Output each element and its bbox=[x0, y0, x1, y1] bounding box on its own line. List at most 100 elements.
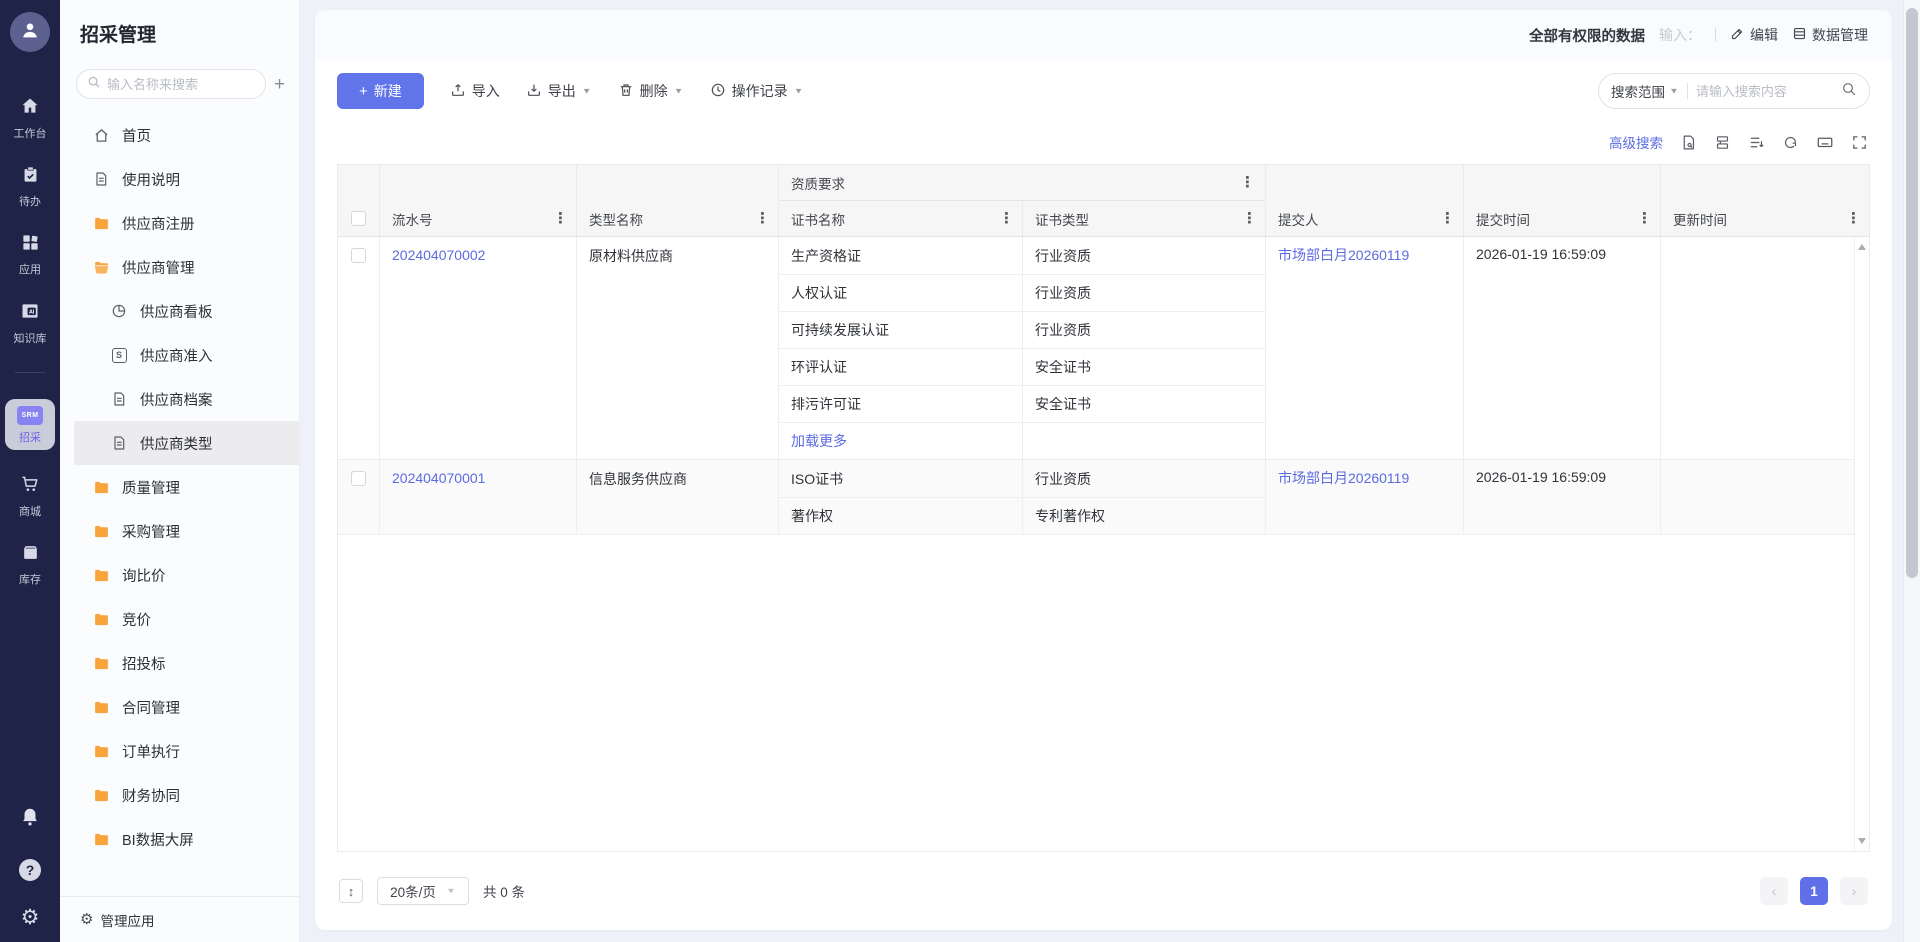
kebab-menu-icon[interactable]: ⋮ bbox=[1242, 211, 1257, 226]
page-title: 招采管理 bbox=[60, 0, 299, 47]
sidebar-item-purchase[interactable]: 采购管理 bbox=[60, 509, 299, 553]
column-header-update-time[interactable]: 更新时间 ⋮ bbox=[1661, 165, 1869, 236]
total-count-label: 共 0 条 bbox=[483, 881, 525, 901]
sidebar-item-supplier-dashboard[interactable]: 供应商看板 bbox=[74, 289, 299, 333]
submitter-cell: 市场部白月20260119 bbox=[1266, 237, 1464, 459]
search-scope-dropdown[interactable]: 搜索范围 ▼ bbox=[1611, 81, 1679, 101]
kebab-menu-icon[interactable]: ⋮ bbox=[755, 211, 770, 226]
group-header-qualification[interactable]: 资质要求 ⋮ bbox=[779, 165, 1265, 201]
import-button[interactable]: 导入 bbox=[450, 81, 500, 101]
column-header-submit-time[interactable]: 提交时间 ⋮ bbox=[1464, 165, 1661, 236]
sidebar-item-quality[interactable]: 质量管理 bbox=[60, 465, 299, 509]
next-page-button[interactable]: › bbox=[1840, 877, 1868, 905]
window-scrollbar[interactable] bbox=[1903, 0, 1920, 942]
rail-item-procurement[interactable]: SRM 招采 bbox=[5, 399, 55, 450]
sidebar-item-supplier-archive[interactable]: 供应商档案 bbox=[74, 377, 299, 421]
search-icon[interactable] bbox=[1841, 81, 1857, 102]
sidebar-item-label: BI数据大屏 bbox=[122, 829, 194, 850]
sidebar-item-tendering[interactable]: 招投标 bbox=[60, 641, 299, 685]
sidebar-item-bidding-price[interactable]: 竞价 bbox=[60, 597, 299, 641]
delete-button[interactable]: 删除 ▼ bbox=[618, 81, 684, 101]
advanced-search-link[interactable]: 高级搜索 bbox=[1609, 132, 1663, 152]
kebab-menu-icon[interactable]: ⋮ bbox=[1440, 211, 1455, 226]
sidebar-item-supplier-register[interactable]: 供应商注册 bbox=[60, 201, 299, 245]
column-header-submitter[interactable]: 提交人 ⋮ bbox=[1266, 165, 1464, 236]
new-button[interactable]: + 新建 bbox=[337, 73, 424, 109]
sidebar-item-supplier-manage[interactable]: 供应商管理 bbox=[60, 245, 299, 289]
row-height-icon[interactable] bbox=[1714, 134, 1731, 151]
document-icon bbox=[110, 434, 128, 452]
rail-item-apps[interactable]: 应用 bbox=[19, 233, 41, 277]
row-checkbox[interactable] bbox=[351, 248, 366, 263]
sidebar-item-home[interactable]: 首页 bbox=[60, 113, 299, 157]
file-preview-icon[interactable] bbox=[1680, 134, 1697, 151]
sidebar-item-finance[interactable]: 财务协同 bbox=[60, 773, 299, 817]
load-more-link[interactable]: 加载更多 bbox=[791, 431, 847, 451]
kebab-menu-icon[interactable]: ⋮ bbox=[1240, 175, 1255, 190]
sidebar-item-order[interactable]: 订单执行 bbox=[60, 729, 299, 773]
sidebar-search-box[interactable] bbox=[76, 69, 266, 99]
export-button[interactable]: 导出 ▼ bbox=[526, 81, 592, 101]
search-icon bbox=[87, 75, 101, 94]
scroll-up-icon[interactable] bbox=[1858, 244, 1866, 250]
line-height-icon[interactable]: ↕ bbox=[339, 879, 363, 903]
rail-item-todo[interactable]: 待办 bbox=[19, 165, 41, 209]
folder-icon bbox=[92, 566, 110, 584]
rail-item-inventory[interactable]: 库存 bbox=[19, 543, 41, 587]
table-scrollbar[interactable] bbox=[1854, 237, 1869, 851]
update-time-cell bbox=[1661, 460, 1869, 534]
type-name-cell: 原材料供应商 bbox=[577, 237, 779, 459]
sidebar-item-contract[interactable]: 合同管理 bbox=[60, 685, 299, 729]
scroll-down-icon[interactable] bbox=[1858, 838, 1866, 844]
select-all-checkbox[interactable] bbox=[351, 211, 366, 226]
edit-button[interactable]: 编辑 bbox=[1730, 25, 1778, 45]
pie-chart-icon bbox=[110, 302, 128, 320]
row-checkbox[interactable] bbox=[351, 471, 366, 486]
sidebar-search-input[interactable] bbox=[107, 77, 247, 92]
add-menu-button[interactable]: + bbox=[274, 75, 285, 94]
sidebar-item-label: 询比价 bbox=[122, 565, 166, 586]
cert-row: 可持续发展认证 行业资质 bbox=[779, 311, 1265, 348]
sidebar-item-bi-screen[interactable]: BI数据大屏 bbox=[60, 817, 299, 861]
operation-log-button[interactable]: 操作记录 ▼ bbox=[710, 81, 804, 101]
column-header-type-name[interactable]: 类型名称 ⋮ bbox=[577, 165, 779, 236]
column-header-cert-name[interactable]: 证书名称 ⋮ bbox=[779, 201, 1023, 236]
manage-apps-button[interactable]: ⚙ 管理应用 bbox=[60, 896, 299, 942]
data-manage-button[interactable]: 数据管理 bbox=[1792, 25, 1868, 45]
submitter-link[interactable]: 市场部白月20260119 bbox=[1278, 470, 1409, 486]
sidebar-item-supplier-access[interactable]: S 供应商准入 bbox=[74, 333, 299, 377]
kebab-menu-icon[interactable]: ⋮ bbox=[1637, 211, 1652, 226]
fullscreen-icon[interactable] bbox=[1851, 134, 1868, 151]
serial-link[interactable]: 202404070002 bbox=[392, 247, 485, 263]
keyboard-icon[interactable] bbox=[1816, 133, 1834, 151]
sidebar-item-label: 供应商准入 bbox=[140, 345, 213, 366]
cert-type: 安全证书 bbox=[1023, 386, 1265, 422]
submitter-link[interactable]: 市场部白月20260119 bbox=[1278, 247, 1409, 263]
scrollbar-thumb[interactable] bbox=[1906, 8, 1918, 578]
column-header-serial[interactable]: 流水号 ⋮ bbox=[380, 165, 577, 236]
notification-bell-icon[interactable] bbox=[19, 806, 41, 833]
sidebar-item-supplier-type[interactable]: 供应商类型 bbox=[74, 421, 299, 465]
row-checkbox-cell bbox=[338, 460, 380, 534]
rail-item-workbench[interactable]: 工作台 bbox=[14, 96, 47, 141]
rail-item-mall[interactable]: 商城 bbox=[19, 474, 41, 519]
refresh-icon[interactable] bbox=[1782, 134, 1799, 151]
settings-gear-icon[interactable]: ⚙ bbox=[21, 907, 40, 928]
avatar[interactable] bbox=[10, 12, 50, 52]
prev-page-button[interactable]: ‹ bbox=[1760, 877, 1788, 905]
current-page-button[interactable]: 1 bbox=[1800, 877, 1828, 905]
sidebar-item-inquiry[interactable]: 询比价 bbox=[60, 553, 299, 597]
sidebar-item-instructions[interactable]: 使用说明 bbox=[60, 157, 299, 201]
kebab-menu-icon[interactable]: ⋮ bbox=[999, 211, 1014, 226]
rail-item-knowledge[interactable]: AI 知识库 bbox=[14, 301, 47, 346]
page-size-select[interactable]: 20条/页 ▼ bbox=[377, 877, 469, 905]
column-settings-icon[interactable] bbox=[1748, 134, 1765, 151]
help-icon[interactable]: ? bbox=[19, 859, 41, 881]
kebab-menu-icon[interactable]: ⋮ bbox=[1846, 211, 1861, 226]
sidebar-item-label: 招投标 bbox=[122, 653, 166, 674]
kebab-menu-icon[interactable]: ⋮ bbox=[553, 211, 568, 226]
column-header-cert-type[interactable]: 证书类型 ⋮ bbox=[1023, 201, 1265, 236]
table-search-input[interactable] bbox=[1696, 84, 1833, 99]
serial-link[interactable]: 202404070001 bbox=[392, 470, 485, 486]
user-icon bbox=[19, 19, 41, 46]
